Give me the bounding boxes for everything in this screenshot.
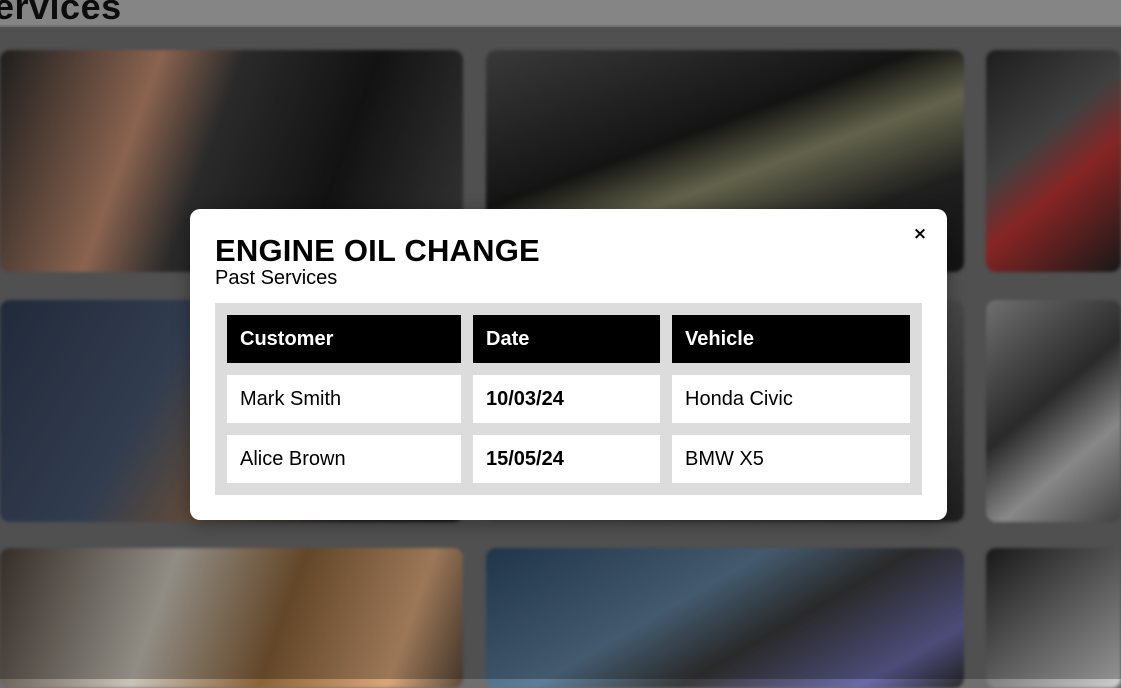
- modal-title: ENGINE OIL CHANGE: [215, 233, 540, 268]
- vehicle-cell: Honda Civic: [672, 375, 910, 423]
- customer-cell: Mark Smith: [227, 375, 461, 423]
- table-row: Alice Brown 15/05/24 BMW X5: [227, 435, 910, 483]
- service-history-modal: × ENGINE OIL CHANGE Past Services Custom…: [190, 209, 947, 520]
- modal-subtitle: Past Services: [215, 267, 338, 289]
- date-cell: 15/05/24: [473, 435, 660, 483]
- past-services-table: Customer Date Vehicle Mark Smith 10/03/2…: [215, 303, 922, 495]
- past-services-table-container: Customer Date Vehicle Mark Smith 10/03/2…: [215, 303, 922, 495]
- table-row: Mark Smith 10/03/24 Honda Civic: [227, 375, 910, 423]
- vehicle-cell: BMW X5: [672, 435, 910, 483]
- column-header-vehicle: Vehicle: [672, 315, 910, 363]
- close-button[interactable]: ×: [911, 223, 929, 245]
- date-cell: 10/03/24: [473, 375, 660, 423]
- column-header-customer: Customer: [227, 315, 461, 363]
- column-header-date: Date: [473, 315, 660, 363]
- customer-cell: Alice Brown: [227, 435, 461, 483]
- table-header-row: Customer Date Vehicle: [227, 315, 910, 363]
